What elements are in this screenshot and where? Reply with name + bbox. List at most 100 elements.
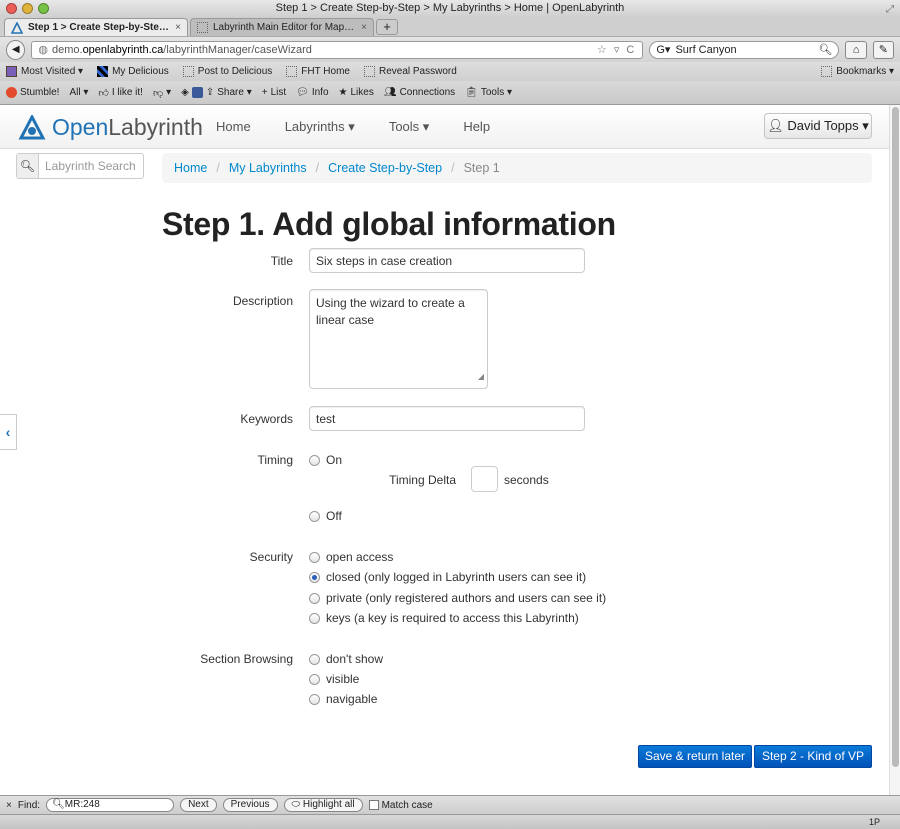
keywords-input[interactable]: test [309,406,585,431]
seconds-label: seconds [504,473,549,487]
navigation-bar: ◀ ◍ demo. openlabyrinth.ca/labyrinthManag… [0,37,900,62]
section-navigable-radio[interactable]: navigable [309,692,377,706]
radio-button[interactable] [309,693,320,705]
tools-dropdown[interactable]: 📋︎ Tools ▾ [465,87,512,98]
bookmark-star-icon[interactable]: ☆ ▿ C [597,43,636,56]
resize-grip-icon[interactable]: ◢ [478,368,484,385]
match-case-checkbox[interactable]: Match case [368,799,433,811]
bookmark-label: My Delicious [112,66,169,77]
tab-strip: Step 1 > Create Step-by-Step >... × Laby… [0,17,900,37]
breadcrumb-create-step-by-step[interactable]: Create Step-by-Step [328,161,442,175]
fullscreen-icon[interactable]: ⤢ [886,1,894,18]
minimize-window-button[interactable] [22,3,33,14]
browser-search-field[interactable]: G▾ Surf Canyon 🔍︎ [649,40,840,59]
blank-page-icon [182,66,194,77]
scrollbar-thumb[interactable] [892,107,899,767]
bookmark-reveal-password[interactable]: Reveal Password [363,66,457,77]
radio-button[interactable] [309,612,320,624]
home-button[interactable]: ⌂ [845,40,867,59]
star-icon: ★ [338,87,348,98]
section-visible-radio[interactable]: visible [309,672,359,686]
bookmark-post-to-delicious[interactable]: Post to Delicious [182,66,272,77]
radio-button[interactable] [309,653,320,665]
breadcrumb-home[interactable]: Home [174,161,207,175]
radio-button[interactable] [309,510,320,522]
window-controls [6,3,49,14]
list-button[interactable]: + List [262,87,286,98]
nav-home[interactable]: Home [216,119,251,135]
url-host: openlabyrinth.ca [82,43,164,56]
bookmarks-menu[interactable]: Bookmarks ▾ [821,66,894,77]
share-button[interactable]: ◈ ⇪ Share ▾ [181,87,252,98]
tab-label: Step 1 > Create Step-by-Step >... [28,21,171,33]
info-button[interactable]: 💬︎ Info [296,87,328,98]
title-input[interactable]: Six steps in case creation [309,248,585,273]
search-icon[interactable]: 🔍︎ [818,43,832,56]
security-open-radio[interactable]: open access [309,550,393,564]
close-window-button[interactable] [6,3,17,14]
close-find-icon[interactable]: × [6,800,12,811]
new-tab-button[interactable]: + [376,19,398,35]
like-button[interactable]: 👍︎ I like it! [98,87,143,99]
radio-button[interactable] [309,673,320,685]
sidebar-toggle-chevron-left-icon[interactable]: ‹ [0,414,17,450]
nav-help[interactable]: Help [463,119,490,135]
radio-button[interactable] [309,454,320,466]
toolbar-label: Share ▾ [217,87,252,98]
labyrinth-search: 🔍︎ Labyrinth Search [16,153,144,179]
address-bar[interactable]: ◍ demo. openlabyrinth.ca/labyrinthManager… [31,40,644,59]
save-return-later-button[interactable]: Save & return later [638,745,752,768]
radio-label: closed (only logged in Labyrinth users c… [326,570,587,584]
radio-button-selected[interactable] [309,571,320,583]
all-dropdown[interactable]: All ▾ [69,87,88,98]
timing-delta-input[interactable] [471,466,498,492]
tab-step1[interactable]: Step 1 > Create Step-by-Step >... × [4,18,188,36]
user-name: David Topps ▾ [787,118,869,133]
tab-editor[interactable]: Labyrinth Main Editor for Map 1... × [190,18,374,36]
radio-button[interactable] [309,551,320,563]
title-label: Title [270,254,293,268]
match-case-label: Match case [381,799,433,811]
likes-button[interactable]: ★ Likes [339,87,374,98]
labyrinth-search-input[interactable]: Labyrinth Search [39,154,143,178]
breadcrumb-separator: / [451,161,455,175]
search-engine-icon[interactable]: G▾ [656,43,670,56]
openlabyrinth-logo[interactable]: OpenLabyrinth [18,114,203,141]
stumble-button[interactable]: Stumble! [6,87,59,98]
vertical-scrollbar[interactable] [889,105,900,795]
bookmark-fht-home[interactable]: FHT Home [286,66,350,77]
timing-on-radio[interactable]: On [309,453,342,467]
user-menu-button[interactable]: 👤︎ David Topps ▾ [764,113,872,139]
close-tab-icon[interactable]: × [175,19,181,36]
find-previous-button[interactable]: Previous [222,798,278,812]
timing-label: Timing [257,453,293,467]
bookmark-label: Bookmarks ▾ [836,66,894,77]
wrench-icon[interactable]: ✎ [872,40,894,59]
close-tab-icon[interactable]: × [361,19,367,36]
bookmark-label: Reveal Password [378,66,457,77]
nav-tools[interactable]: Tools ▾ [389,119,430,135]
find-input[interactable]: 🔍︎MR:248 [46,798,175,812]
breadcrumb-separator: / [315,161,320,175]
security-closed-radio[interactable]: closed (only logged in Labyrinth users c… [309,570,586,584]
timing-off-radio[interactable]: Off [309,509,342,523]
back-button[interactable]: ◀ [6,39,26,60]
find-next-button[interactable]: Next [180,798,217,812]
checkbox[interactable] [368,799,379,810]
zoom-window-button[interactable] [38,3,49,14]
breadcrumb-my-labyrinths[interactable]: My Labyrinths [229,161,307,175]
security-private-radio[interactable]: private (only registered authors and use… [309,591,606,605]
security-keys-radio[interactable]: keys (a key is required to access this L… [309,611,579,625]
step-2-button[interactable]: Step 2 - Kind of VP [754,745,872,768]
highlight-all-button[interactable]: ⬭ Highlight all [283,798,363,812]
bookmark-my-delicious[interactable]: My Delicious [97,66,169,77]
description-textarea[interactable]: Using the wizard to create a linear case… [309,289,488,389]
openlabyrinth-logo-icon [18,114,46,139]
bookmark-most-visited[interactable]: Most Visited ▾ [6,66,83,77]
nav-labyrinths[interactable]: Labyrinths ▾ [285,119,355,135]
section-dont-show-radio[interactable]: don't show [309,652,383,666]
radio-button[interactable] [309,592,320,604]
dislike-dropdown[interactable]: 👎︎ ▾ [153,87,171,99]
connections-button[interactable]: 👥︎ Connections [384,87,455,98]
search-icon[interactable]: 🔍︎ [17,154,39,178]
